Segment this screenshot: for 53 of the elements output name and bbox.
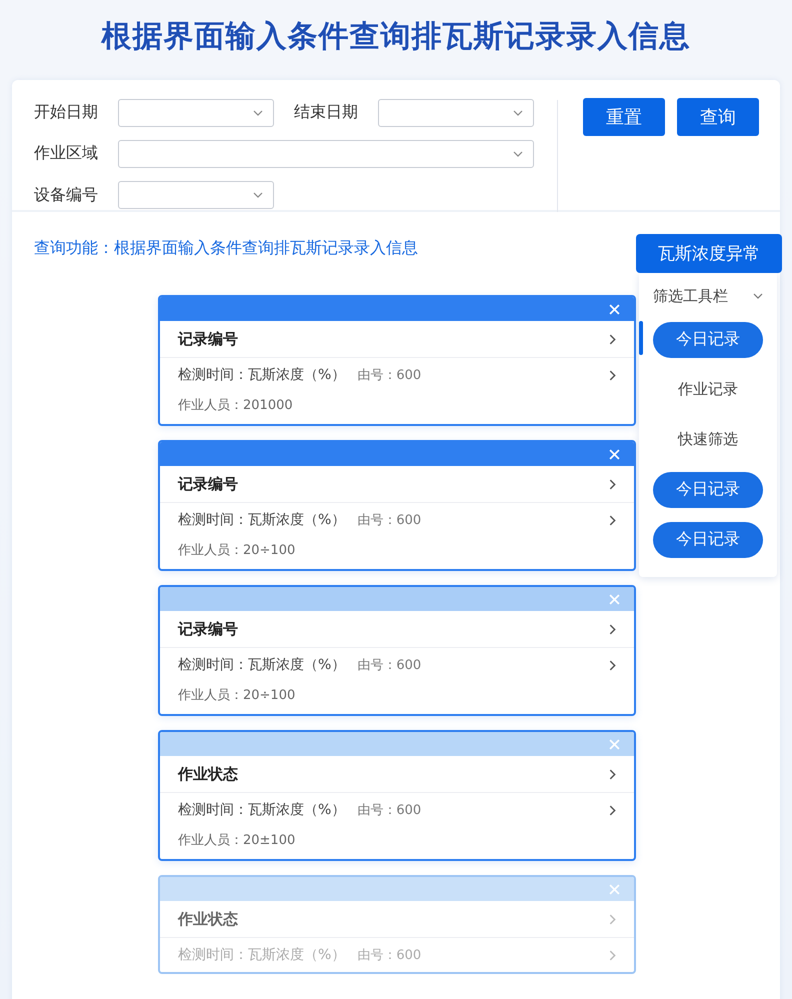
card-heading: 作业状态	[178, 764, 238, 784]
number-text: 由号：600	[357, 512, 422, 529]
menu-item[interactable]: 今日记录	[653, 522, 763, 558]
detail-text: 检测时间：瓦斯浓度（%）	[178, 511, 346, 529]
menu-item[interactable]: 快速筛选	[678, 430, 738, 449]
staff-text: 作业人员：201000	[178, 397, 293, 414]
detail-text: 检测时间：瓦斯浓度（%）	[178, 366, 346, 384]
card-heading: 记录编号	[178, 330, 238, 348]
category-button[interactable]: 瓦斯浓度异常	[636, 234, 782, 273]
field-label: 设备编号	[34, 184, 99, 206]
detail-text: 检测时间：瓦斯浓度（%）	[178, 656, 346, 674]
chevron-down-icon	[253, 110, 263, 116]
chevron-right-icon[interactable]	[609, 804, 616, 816]
close-icon[interactable]	[609, 304, 620, 314]
number-text: 由号：600	[357, 802, 422, 819]
card-heading: 记录编号	[178, 620, 238, 638]
detail-text: 检测时间：瓦斯浓度（%）	[178, 946, 346, 964]
card-heading: 记录编号	[178, 474, 238, 494]
number-text: 由号：600	[357, 947, 422, 964]
menu-item[interactable]: 今日记录	[653, 472, 763, 508]
number-text: 由号：600	[357, 657, 422, 674]
detail-text: 检测时间：瓦斯浓度（%）	[178, 801, 346, 819]
chevron-right-icon[interactable]	[609, 370, 616, 380]
chevron-down-icon	[753, 293, 763, 299]
menu-item[interactable]: 作业记录	[678, 380, 738, 399]
menu-item[interactable]: 今日记录	[653, 322, 763, 358]
chevron-right-icon[interactable]	[609, 514, 616, 526]
chevron-down-icon	[253, 192, 263, 198]
chevron-right-icon[interactable]	[609, 624, 616, 634]
reset-button[interactable]: 重置	[583, 98, 665, 136]
staff-text: 作业人员：20±100	[178, 832, 296, 849]
field-label: 结束日期	[294, 102, 359, 124]
page-title: 根据界面输入条件查询排瓦斯记录录入信息	[100, 18, 692, 56]
number-text: 由号：600	[357, 367, 422, 384]
staff-text: 作业人员：20÷100	[178, 687, 296, 704]
description-text: 查询功能：根据界面输入条件查询排瓦斯记录录入信息	[34, 238, 419, 259]
card-heading: 作业状态	[178, 910, 238, 928]
chevron-right-icon[interactable]	[609, 478, 616, 490]
dropdown-field[interactable]	[118, 140, 534, 168]
toolbar-dropdown[interactable]: 筛选工具栏	[639, 273, 777, 319]
close-icon[interactable]	[609, 448, 620, 460]
field-label: 作业区域	[34, 143, 99, 164]
staff-text: 作业人员：20÷100	[178, 542, 296, 559]
chevron-right-icon[interactable]	[609, 660, 616, 670]
query-button[interactable]: 查询	[677, 98, 759, 136]
dropdown-field[interactable]	[118, 98, 274, 127]
chevron-right-icon[interactable]	[609, 334, 616, 344]
field-label: 开始日期	[34, 102, 99, 124]
chevron-down-icon	[513, 150, 523, 157]
dropdown-field[interactable]	[118, 181, 274, 210]
chevron-right-icon[interactable]	[609, 768, 616, 780]
dropdown-field[interactable]	[378, 98, 534, 127]
chevron-down-icon	[513, 110, 523, 116]
